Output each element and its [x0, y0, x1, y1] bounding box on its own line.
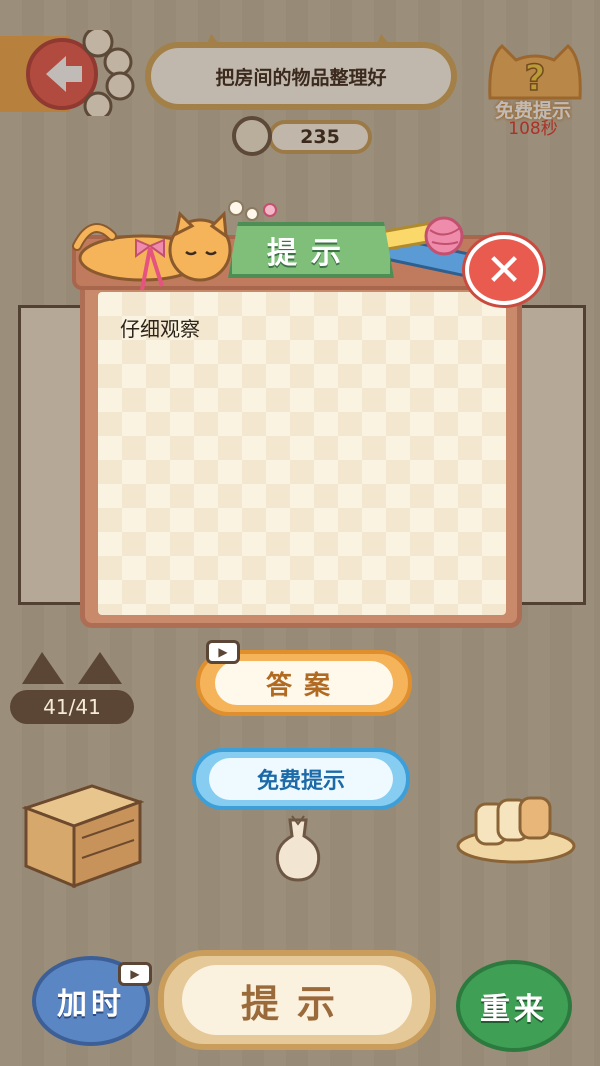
video-ad-icon-add-time: ▶	[118, 962, 152, 986]
add-time-label: 加时	[57, 987, 125, 1022]
hint-message: 仔细观察	[120, 317, 200, 341]
restart-button[interactable]: 重来	[456, 960, 572, 1052]
answer-label: 答案	[215, 661, 393, 705]
nightstand-icon[interactable]	[22, 782, 144, 890]
close-icon: ✕	[485, 244, 523, 296]
restart-label: 重来	[480, 992, 548, 1027]
video-ad-icon: ▶	[206, 640, 240, 664]
close-button[interactable]: ✕	[465, 235, 543, 305]
hint-button-label: 提示	[182, 965, 412, 1035]
hint-button[interactable]: 提示	[158, 950, 436, 1050]
hint-dialog-title: 提示	[228, 222, 394, 278]
free-hint-button-label: 免费提示	[209, 758, 393, 800]
progress-counter: 41/41	[10, 690, 134, 724]
flowers-icon	[228, 200, 277, 221]
sleeping-cat-icon	[72, 210, 232, 291]
cat-ears-decoration	[22, 652, 122, 684]
free-hint-button[interactable]: 免费提示	[192, 748, 410, 810]
vase-icon[interactable]	[270, 812, 326, 882]
bread-icon[interactable]	[454, 794, 576, 866]
